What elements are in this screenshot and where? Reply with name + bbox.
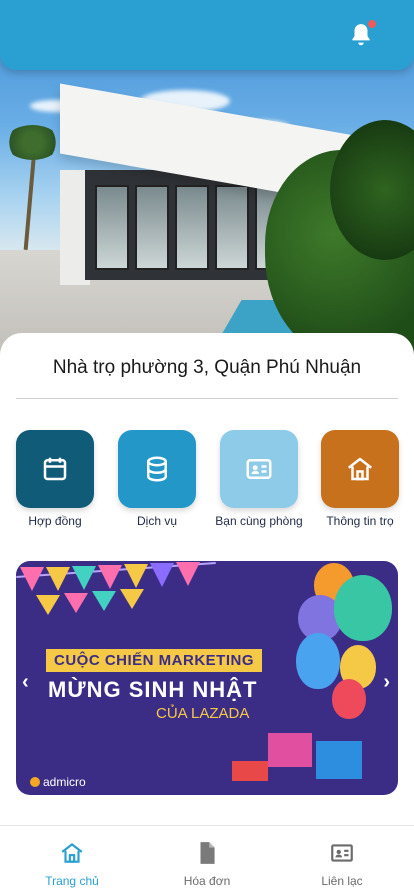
bottom-nav: Trang chủ Hóa đơn Liên lạc: [0, 825, 414, 896]
database-icon: [147, 456, 167, 482]
contract-tile[interactable]: [16, 430, 94, 508]
nav-contact[interactable]: Liên lạc: [292, 840, 392, 888]
divider: [16, 398, 398, 399]
chevron-left-icon[interactable]: ‹: [22, 671, 29, 694]
services-tile[interactable]: [118, 430, 196, 508]
home-icon: [61, 843, 83, 863]
nav-label: Trang chủ: [45, 874, 99, 888]
brand-logo: admicro: [30, 775, 86, 789]
quick-action-label: Dịch vụ: [136, 514, 177, 528]
calendar-icon: [43, 457, 67, 481]
banner-headline: CUỘC CHIẾN MARKETING: [46, 649, 262, 672]
quick-action-contract[interactable]: Hợp đồng: [16, 430, 94, 528]
property-info-tile[interactable]: [321, 430, 399, 508]
quick-action-label: Hợp đồng: [28, 514, 82, 528]
top-app-bar: [0, 0, 414, 70]
quick-action-property-info[interactable]: Thông tin trọ: [321, 430, 399, 528]
property-title: Nhà trọ phường 3, Quận Phú Nhuận: [52, 357, 362, 378]
quick-action-label: Thông tin trọ: [326, 514, 394, 528]
nav-home[interactable]: Trang chủ: [22, 840, 122, 888]
chevron-right-icon[interactable]: ›: [383, 671, 390, 694]
quick-action-roommates[interactable]: Bạn cùng phòng: [215, 430, 303, 528]
nav-label: Liên lạc: [321, 874, 363, 888]
contact-card-icon: [331, 844, 353, 862]
quick-action-services[interactable]: Dịch vụ: [118, 430, 196, 528]
banner-title: MỪNG SINH NHẬT: [48, 677, 258, 702]
document-icon: [200, 842, 215, 864]
content-sheet: Nhà trọ phường 3, Quận Phú Nhuận Hợp đồn…: [0, 333, 414, 825]
home-icon: [347, 457, 373, 481]
id-card-icon: [246, 459, 272, 479]
roommates-tile[interactable]: [220, 430, 298, 508]
bell-icon[interactable]: [348, 20, 376, 48]
promo-banner[interactable]: CUỘC CHIẾN MARKETING MỪNG SINH NHẬT CỦA …: [16, 561, 398, 795]
banner-subtitle: CỦA LAZADA: [156, 705, 250, 722]
nav-label: Hóa đơn: [183, 874, 231, 888]
notification-dot: [368, 20, 376, 28]
nav-invoices[interactable]: Hóa đơn: [157, 840, 257, 888]
